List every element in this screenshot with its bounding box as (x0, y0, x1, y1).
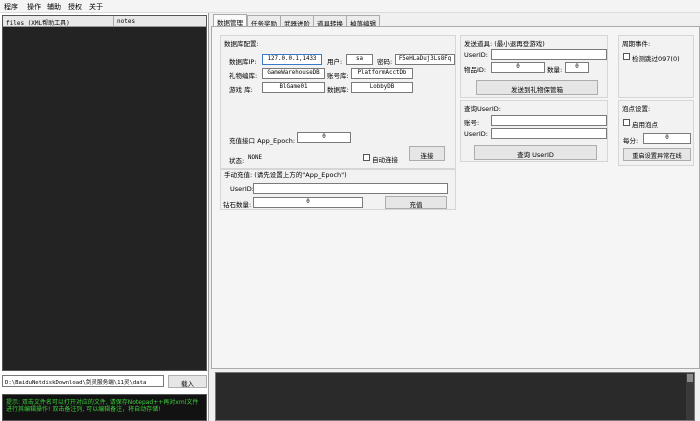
menu-about[interactable]: 关于 (89, 2, 103, 12)
recharge-button[interactable]: 充值 (385, 196, 447, 209)
console-scrollbar[interactable] (686, 373, 694, 420)
query-userid-button[interactable]: 查询 UserID (474, 145, 597, 160)
menu-assist[interactable]: 辅助 (47, 2, 61, 12)
db-user-label: 用户: (327, 58, 343, 66)
weekly-event-title: 周期事件: (622, 40, 651, 48)
item-id-input[interactable]: 0 (491, 62, 545, 73)
column-divider[interactable] (113, 16, 114, 27)
auto-connect-checkbox[interactable] (363, 154, 370, 161)
per-minute-input[interactable]: 0 (643, 133, 691, 144)
gift-db-label: 礼物编库: (229, 72, 258, 80)
db-ip-input[interactable]: 127.0.0.1,1433 (262, 54, 322, 65)
db-config-title: 数据库配置: (224, 40, 259, 48)
auto-connect-label: 自动连接 (372, 156, 398, 164)
data-management-panel: 数据库配置: 数据库IP: 127.0.0.1,1433 用户: sa 密码: … (211, 26, 700, 369)
game-db-label: 游戏 库: (229, 86, 253, 94)
recharge-epoch-label: 充值接口 App_Epoch: (229, 137, 296, 145)
send-to-gift-box-button[interactable]: 发送到礼物保管箱 (476, 80, 598, 95)
manual-recharge-group: 手动充值: (请先设置上方的"App_Epoch") UserID: 钻石数量:… (220, 169, 456, 210)
enable-bubble-label: 启用泡点 (632, 121, 658, 129)
status-label: 状态: (229, 157, 245, 165)
menu-program[interactable]: 程序 (4, 2, 18, 12)
column-notes[interactable]: notes (117, 18, 135, 25)
db-password-input[interactable]: F5eHLaDuj3Ls8Fq (395, 54, 455, 65)
send-userid-label: UserID: (464, 51, 488, 59)
file-list[interactable]: files (XML帮助工具) notes (2, 15, 207, 371)
db-ip-label: 数据库IP: (229, 58, 257, 66)
menu-bar: 程序 操作 辅助 授权 关于 (0, 0, 700, 13)
recharge-userid-input[interactable] (253, 183, 448, 194)
query-account-label: 账号: (464, 119, 480, 127)
query-account-input[interactable] (491, 115, 607, 126)
send-item-group: 发送道具: (最小退再登游戏) UserID: 物品ID: 0 数量: 0 发送… (460, 35, 608, 98)
game-db-input[interactable]: BlGame01 (262, 82, 325, 93)
item-qty-input[interactable]: 0 (565, 62, 589, 73)
recharge-epoch-input[interactable]: 0 (297, 132, 351, 143)
console-output[interactable] (215, 372, 695, 421)
diamond-amount-input[interactable]: 0 (253, 197, 363, 208)
data-db-input[interactable]: LobbyDB (351, 82, 413, 93)
menu-operate[interactable]: 操作 (27, 2, 41, 12)
query-userid-input[interactable] (491, 128, 607, 139)
db-user-input[interactable]: sa (346, 54, 373, 65)
send-item-title: 发送道具: (最小退再登游戏) (464, 40, 545, 48)
bubble-settings-group: 泡点设置: 启用泡点 每分: 0 重启设置异常在线 (618, 100, 694, 166)
query-userid-label: UserID: (464, 130, 488, 138)
restart-online-button[interactable]: 重启设置异常在线 (623, 148, 691, 161)
item-id-label: 物品ID: (464, 66, 487, 74)
query-userid-group: 查询UserID: 账号: UserID: 查询 UserID (460, 100, 608, 162)
bubble-settings-title: 泡点设置: (622, 105, 651, 113)
skip-event-checkbox[interactable] (623, 53, 630, 60)
enable-bubble-checkbox[interactable] (623, 119, 630, 126)
send-userid-input[interactable] (491, 49, 607, 60)
file-list-header: files (XML帮助工具) notes (3, 16, 206, 27)
tab-bar: 数据管理 任务奖励 武器进阶 道具转换 掉落编辑 (211, 13, 700, 28)
skip-event-label: 检测跳过097(0) (632, 55, 680, 63)
manual-recharge-title: 手动充值: (请先设置上方的"App_Epoch") (224, 171, 347, 179)
tip-text: 提示: 双击文件名可以打开对应的文件, 请保存Notepad++再对xml文件进… (2, 394, 207, 421)
weekly-event-group: 周期事件: 检测跳过097(0) (618, 35, 694, 98)
column-files[interactable]: files (XML帮助工具) (6, 18, 70, 27)
load-button[interactable]: 载入 (168, 375, 207, 388)
scrollbar-thumb[interactable] (687, 374, 693, 382)
query-userid-title: 查询UserID: (464, 105, 501, 113)
account-db-label: 账号库: (327, 72, 349, 80)
gift-db-input[interactable]: GameWarehouseDB (262, 68, 325, 79)
menu-license[interactable]: 授权 (68, 2, 82, 12)
per-minute-label: 每分: (623, 137, 639, 145)
account-db-input[interactable]: PlatformAcctDb (351, 68, 413, 79)
data-db-label: 数据库: (327, 86, 349, 94)
recharge-userid-label: UserID: (230, 185, 254, 193)
item-qty-label: 数量: (547, 66, 563, 74)
diamond-amount-label: 钻石数量: (223, 201, 252, 209)
status-value: NONE (248, 155, 262, 161)
db-password-label: 密码: (377, 58, 393, 66)
path-input[interactable]: D:\BaiduNetdiskDownload\剑灵服务端\11灵\data (2, 375, 164, 387)
connect-button[interactable]: 连接 (409, 146, 445, 161)
db-config-group: 数据库配置: 数据库IP: 127.0.0.1,1433 用户: sa 密码: … (220, 35, 456, 169)
